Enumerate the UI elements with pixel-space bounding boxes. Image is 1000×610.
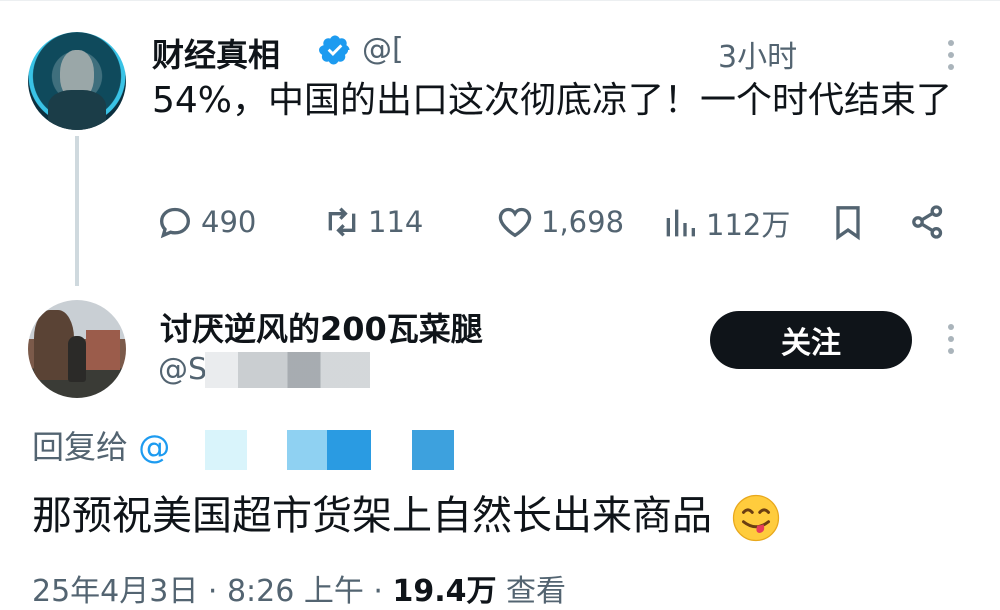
repost-arrows-icon (328, 207, 356, 237)
bar-chart-icon (666, 209, 695, 237)
more-options-icon[interactable] (946, 324, 956, 360)
redacted-mention-block (412, 430, 454, 470)
reply-footer: 25年4月3日 · 8:26 上午 · 19.4万 查看 (32, 566, 566, 610)
avatar-coat (48, 90, 106, 130)
redacted-mention-block (327, 430, 371, 470)
heart-icon (498, 207, 532, 238)
author-handle[interactable]: @[ (362, 32, 404, 67)
reply-author-handle[interactable]: @S (158, 352, 207, 387)
savoring-food-face-emoji-icon (732, 494, 779, 542)
reply-avatar[interactable] (28, 300, 126, 398)
redacted-mention-block (205, 430, 247, 470)
share-button[interactable] (908, 202, 954, 242)
post-text: 54%，中国的出口这次彻底凉了！一个时代结束了 (152, 80, 953, 121)
like-count: 1,698 (541, 205, 625, 239)
follow-button[interactable]: 关注 (710, 311, 912, 369)
top-divider (0, 0, 1000, 11)
reply-button[interactable]: 490 (155, 202, 256, 242)
avatar[interactable] (28, 32, 126, 130)
view-count: 112万 (706, 208, 791, 242)
reply-count: 490 (201, 205, 257, 239)
share-icon (912, 205, 943, 239)
verified-badge-icon (319, 35, 350, 65)
reply-to-label: 回复给 (32, 428, 129, 466)
post-time[interactable]: 3小时 (718, 32, 797, 76)
redacted-mention-block (287, 430, 327, 470)
reply-text: 那预祝美国超市货架上自然长出来商品 (32, 493, 712, 539)
author-name[interactable]: 财经真相 (152, 30, 280, 76)
bookmark-icon (836, 206, 860, 241)
like-button[interactable]: 1,698 (495, 202, 624, 242)
reply-view-label: 查看 (496, 574, 567, 609)
action-bar: 490 114 1,698 112万 (0, 202, 1000, 246)
redacted-handle (205, 352, 370, 388)
reply-author-name[interactable]: 讨厌逆风的200瓦菜腿 (160, 304, 483, 350)
repost-button[interactable]: 114 (322, 202, 423, 242)
speech-bubble-icon (159, 207, 191, 239)
bookmark-button[interactable] (828, 202, 874, 242)
reply-view-count: 19.4万 (392, 574, 497, 609)
repost-count: 114 (368, 205, 424, 239)
reply-text-line: 那预祝美国超市货架上自然长出来商品 (32, 488, 781, 544)
reply-to-mention[interactable]: @ (138, 428, 170, 466)
reply-to-line: 回复给 @ (32, 422, 170, 468)
reply-date: 25年4月3日 · 8:26 上午 · (32, 574, 393, 609)
avatar-person (68, 336, 86, 382)
avatar-house (86, 330, 120, 370)
more-options-icon[interactable] (946, 40, 956, 76)
views-button[interactable]: 112万 (660, 202, 790, 244)
